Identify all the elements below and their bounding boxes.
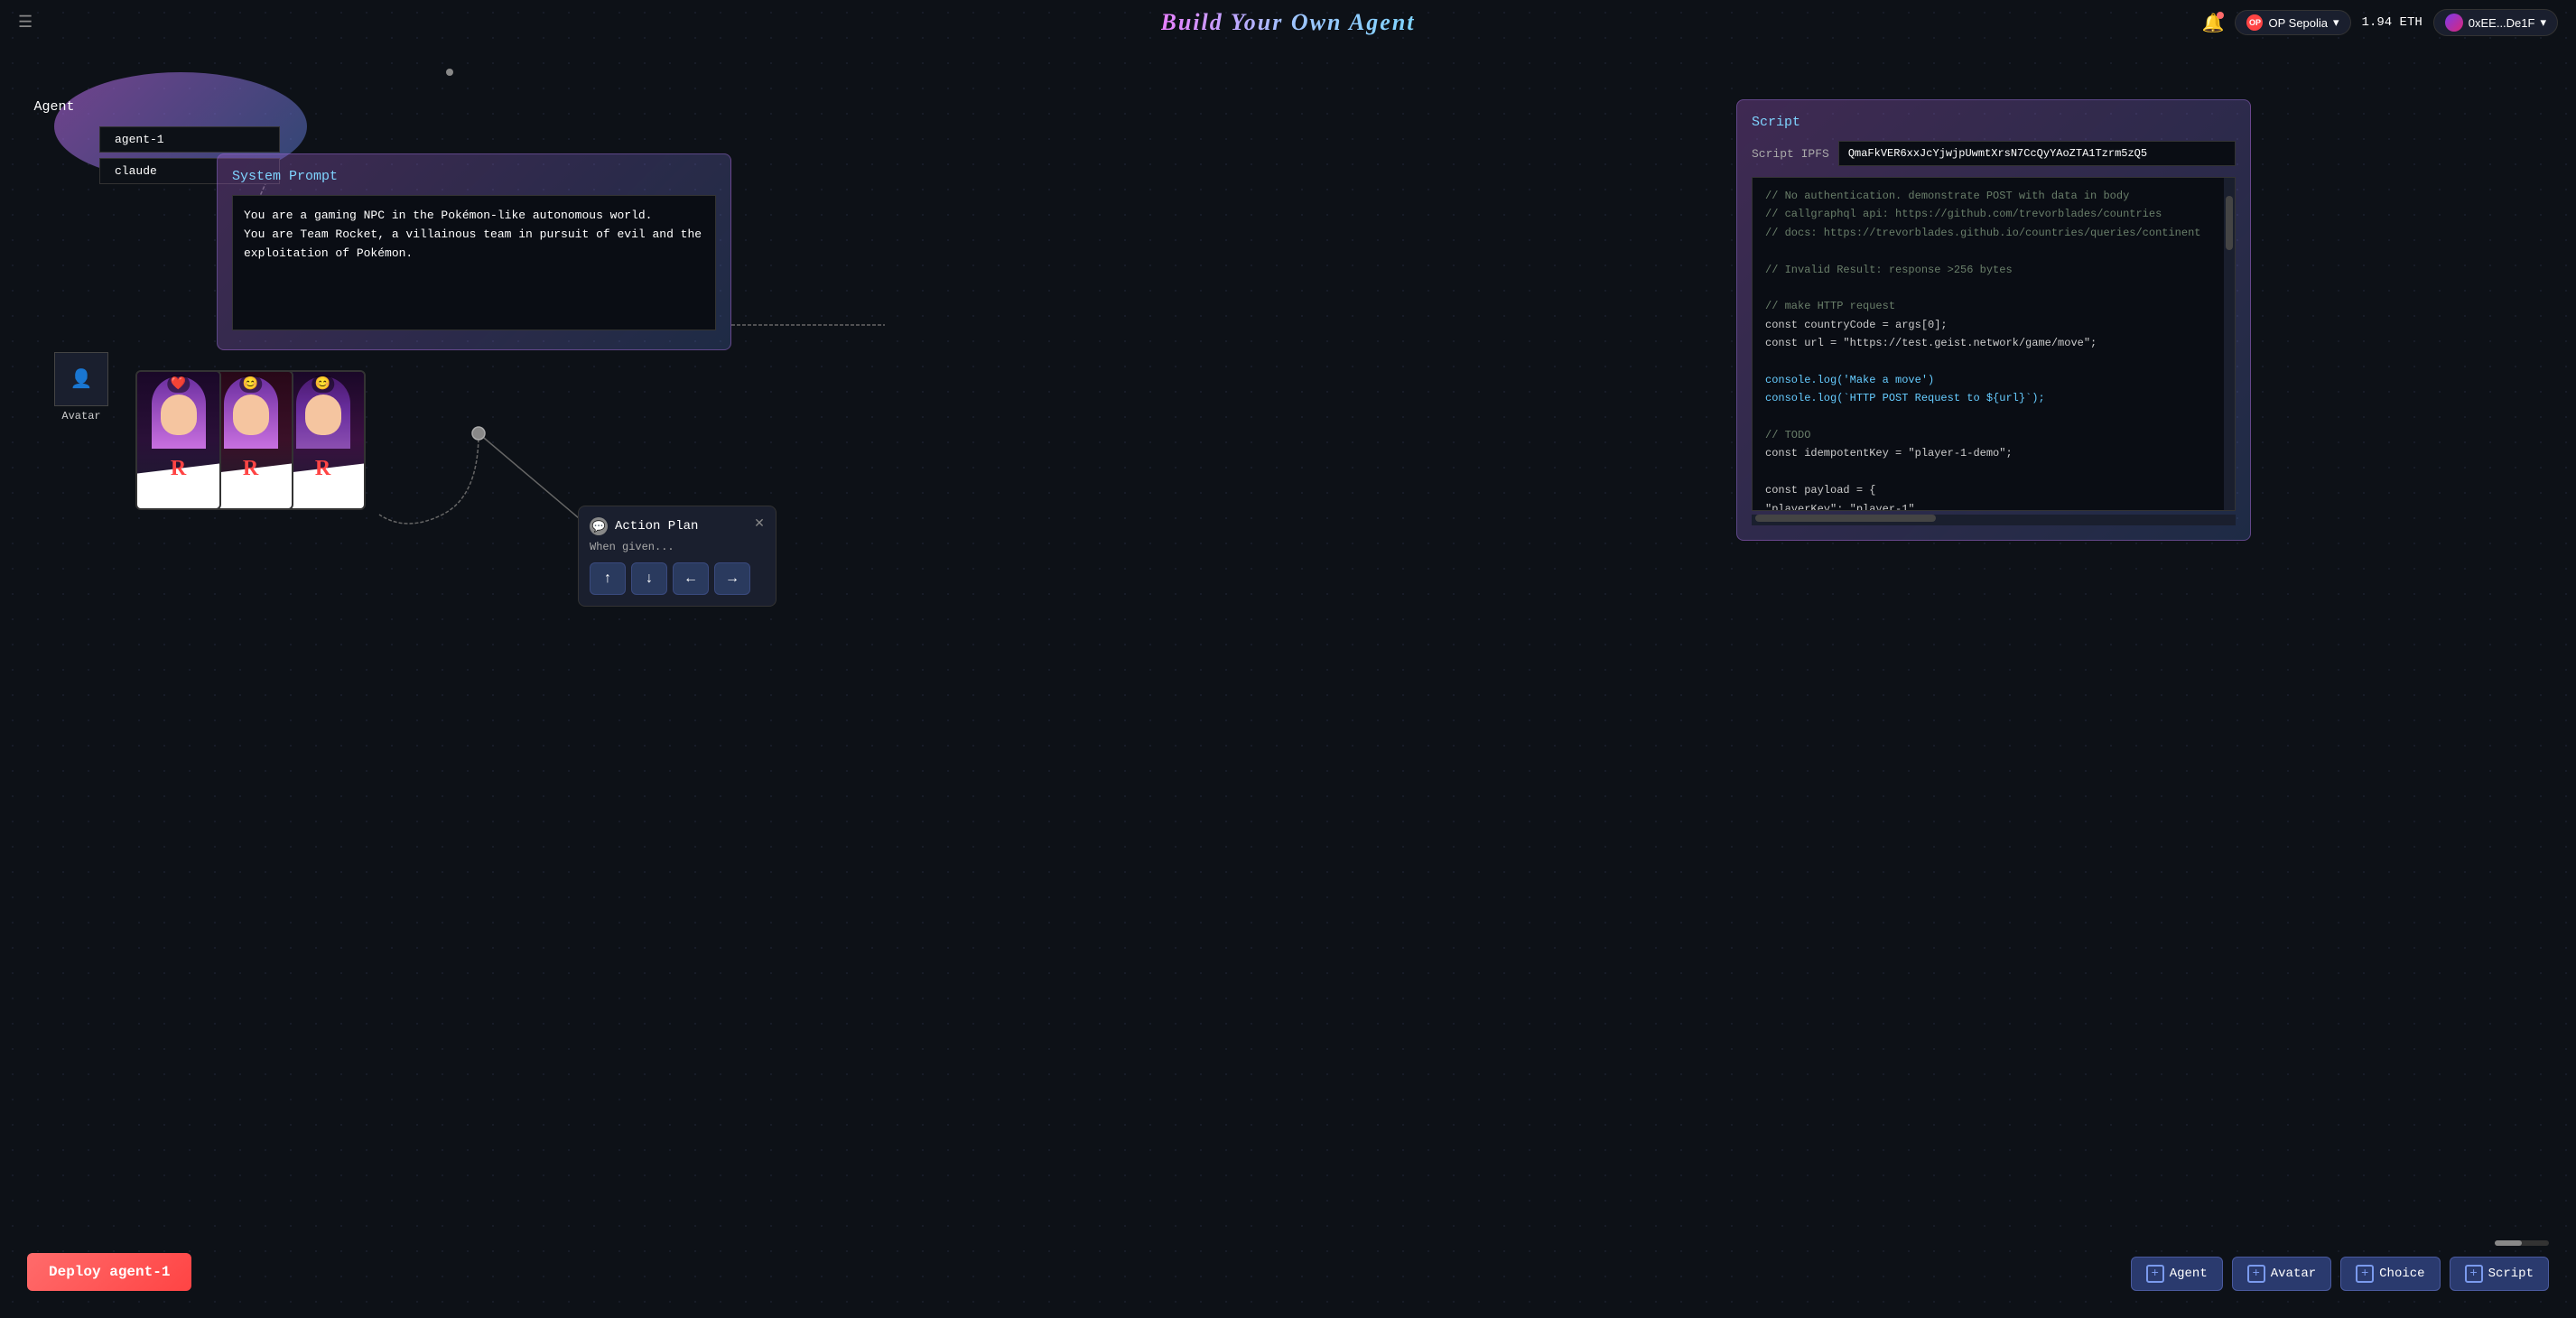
menu-icon[interactable]: ☰: [18, 13, 33, 32]
add-script-button[interactable]: + Script: [2450, 1257, 2549, 1291]
plus-icon: +: [2247, 1265, 2265, 1283]
mini-scrollbar-thumb: [2495, 1240, 2522, 1246]
action-plan-subtitle: When given...: [590, 541, 765, 553]
code-line-13: [1765, 408, 2222, 426]
code-line-10: [1765, 353, 2222, 371]
code-line-8: const countryCode = args[0];: [1765, 316, 2222, 334]
avatar-node: 👤 Avatar: [54, 352, 108, 422]
script-ipfs-value[interactable]: QmaFkVER6xxJcYjwjpUwmtXrsN7CcQyYAoZTA1Tz…: [1838, 141, 2236, 166]
script-code-area[interactable]: // No authentication. demonstrate POST w…: [1752, 177, 2236, 511]
bell-button[interactable]: 🔔: [2202, 12, 2225, 34]
action-buttons-row: ↑ ↓ ← →: [590, 562, 765, 595]
action-left-button[interactable]: ←: [673, 562, 709, 595]
agent-node-label: Agent: [33, 99, 74, 115]
code-line-14: // TODO: [1765, 426, 2222, 444]
network-label: OP Sepolia: [2268, 16, 2328, 30]
add-choice-button[interactable]: + Choice: [2340, 1257, 2440, 1291]
action-up-button[interactable]: ↑: [590, 562, 626, 595]
code-line-2: // callgraphql api: https://github.com/t…: [1765, 205, 2222, 223]
plus-icon: +: [2465, 1265, 2483, 1283]
chevron-down-icon: ▾: [2333, 15, 2339, 30]
script-panel: Script Script IPFS QmaFkVER6xxJcYjwjpUwm…: [1736, 99, 2251, 541]
action-plan-close-button[interactable]: ✕: [750, 514, 768, 532]
char-1-emoji: ❤️: [167, 376, 190, 393]
char-3-emoji: 😊: [312, 376, 334, 393]
script-code-content: // No authentication. demonstrate POST w…: [1753, 178, 2235, 510]
code-line-18: "playerKey": "player-1",: [1765, 500, 2222, 510]
canvas-area: Agent agent-1 claude System Prompt You a…: [0, 45, 2576, 1318]
code-line-1: // No authentication. demonstrate POST w…: [1765, 187, 2222, 205]
code-line-17: const payload = {: [1765, 481, 2222, 499]
eth-amount: 1.94 ETH: [2362, 15, 2423, 30]
char-face-3: [305, 394, 341, 435]
code-line-12: console.log(`HTTP POST Request to ${url}…: [1765, 389, 2222, 407]
code-line-11: console.log('Make a move'): [1765, 371, 2222, 389]
script-scrollbar[interactable]: [2224, 178, 2235, 510]
page-title: Build Your Own Agent: [1160, 9, 1415, 36]
code-line-16: [1765, 463, 2222, 481]
character-card-1[interactable]: ❤️ R: [135, 370, 221, 510]
avatar-label: Avatar: [61, 410, 100, 422]
system-prompt-panel: System Prompt You are a gaming NPC in th…: [217, 153, 731, 350]
code-line-5: // Invalid Result: response >256 bytes: [1765, 261, 2222, 279]
system-prompt-textarea[interactable]: You are a gaming NPC in the Pokémon-like…: [232, 195, 716, 330]
mini-scrollbar[interactable]: [2495, 1240, 2549, 1246]
header-right: 🔔 OP OP Sepolia ▾ 1.94 ETH 0xEE...De1F ▾: [2202, 9, 2558, 36]
char-r-2: R: [243, 457, 258, 481]
add-choice-label: Choice: [2379, 1267, 2424, 1281]
deploy-button[interactable]: Deploy agent-1: [27, 1253, 191, 1291]
add-avatar-label: Avatar: [2271, 1267, 2316, 1281]
character-cards: ❤️ R 😊 R 😊 R: [135, 370, 366, 510]
script-horizontal-scrollbar[interactable]: [1752, 515, 2236, 525]
action-plan-header: 💬 Action Plan: [590, 517, 765, 535]
char-2-emoji: 😊: [239, 376, 262, 393]
bottom-toolbar: + Agent + Avatar + Choice + Script: [2131, 1257, 2549, 1291]
script-hscrollbar-thumb: [1755, 515, 1936, 522]
action-down-button[interactable]: ↓: [631, 562, 667, 595]
network-selector[interactable]: OP OP Sepolia ▾: [2235, 10, 2350, 35]
code-line-9: const url = "https://test.geist.network/…: [1765, 334, 2222, 352]
code-line-3: // docs: https://trevorblades.github.io/…: [1765, 224, 2222, 242]
action-plan-panel: ✕ 💬 Action Plan When given... ↑ ↓ ← →: [578, 506, 777, 607]
char-r-3: R: [315, 457, 330, 481]
eth-display: 1.94 ETH: [2362, 15, 2423, 30]
char-face-1: [161, 394, 197, 435]
agent-item-agent1[interactable]: agent-1: [99, 126, 280, 153]
chevron-down-icon: ▾: [2540, 15, 2546, 30]
plus-icon: +: [2146, 1265, 2164, 1283]
code-line-4: [1765, 242, 2222, 260]
script-ipfs-label: Script IPFS: [1752, 147, 1829, 161]
avatar-box[interactable]: 👤: [54, 352, 108, 406]
add-agent-label: Agent: [2170, 1267, 2208, 1281]
add-script-label: Script: [2488, 1267, 2534, 1281]
script-scrollbar-thumb: [2226, 196, 2233, 250]
action-plan-icon: 💬: [590, 517, 608, 535]
op-icon: OP: [2246, 14, 2263, 31]
add-avatar-button[interactable]: + Avatar: [2232, 1257, 2331, 1291]
header: ☰ Build Your Own Agent 🔔 OP OP Sepolia ▾…: [0, 0, 2576, 45]
code-line-7: // make HTTP request: [1765, 297, 2222, 315]
code-line-6: [1765, 279, 2222, 297]
system-prompt-title: System Prompt: [232, 169, 716, 184]
wallet-avatar-icon: [2445, 14, 2463, 32]
avatar-icon: 👤: [70, 367, 93, 391]
action-right-button[interactable]: →: [714, 562, 750, 595]
wallet-address: 0xEE...De1F: [2469, 16, 2535, 30]
notification-dot: [2217, 12, 2224, 19]
wallet-button[interactable]: 0xEE...De1F ▾: [2433, 9, 2558, 36]
add-agent-button[interactable]: + Agent: [2131, 1257, 2223, 1291]
code-line-15: const idempotentKey = "player-1-demo";: [1765, 444, 2222, 462]
plus-icon: +: [2356, 1265, 2374, 1283]
script-panel-title: Script: [1752, 115, 2236, 130]
header-left: ☰: [18, 13, 33, 32]
action-plan-title: Action Plan: [615, 519, 698, 534]
char-r-1: R: [171, 457, 186, 481]
script-ipfs-row: Script IPFS QmaFkVER6xxJcYjwjpUwmtXrsN7C…: [1752, 141, 2236, 166]
char-face-2: [233, 394, 269, 435]
